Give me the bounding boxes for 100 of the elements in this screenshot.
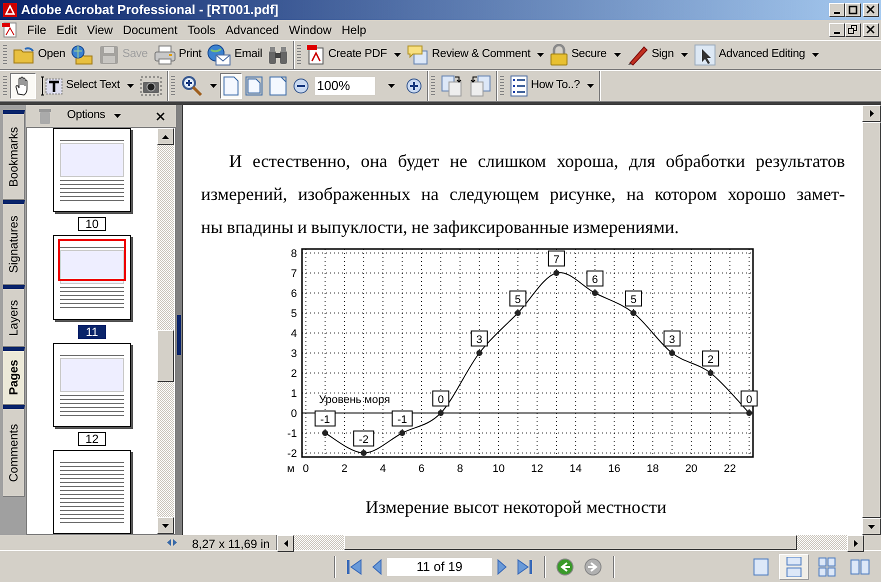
actual-size-button[interactable]	[220, 73, 242, 99]
select-text-button[interactable]: Select Text	[36, 73, 137, 99]
toolbar-grip[interactable]	[3, 76, 7, 96]
caret-icon	[586, 84, 594, 88]
zoom-field[interactable]: 100%	[314, 77, 375, 95]
menu-item[interactable]: Help	[336, 20, 372, 40]
axis-tick-label: -1	[287, 428, 297, 440]
pdf-document-icon	[2, 22, 18, 38]
page-thumbnail[interactable]	[53, 450, 131, 534]
menu-item[interactable]: Tools	[182, 20, 221, 40]
hand-tool-button[interactable]	[10, 73, 36, 99]
globe-folder-icon	[71, 45, 94, 65]
page-number[interactable]: 10	[78, 217, 106, 232]
data-label: 6	[592, 274, 598, 286]
options-button[interactable]: Options	[64, 103, 124, 129]
data-label: 2	[702, 350, 720, 366]
scroll-left-button[interactable]	[277, 535, 294, 552]
data-label: -1	[314, 410, 336, 426]
data-label: 5	[514, 294, 521, 306]
secure-button[interactable]: Secure	[547, 42, 624, 68]
scroll-up-button[interactable]	[157, 128, 174, 145]
create-pdf-button[interactable]: Create PDF	[304, 42, 404, 68]
menu-item[interactable]: Advanced	[220, 20, 284, 40]
scroll-down-button[interactable]	[862, 518, 881, 535]
scrollbar-thumb[interactable]	[344, 535, 797, 550]
continuous-page-button[interactable]	[779, 554, 809, 580]
caret-icon	[680, 53, 688, 57]
page-number[interactable]: 12	[78, 432, 106, 446]
page-number-field[interactable]: 11 of 19	[387, 558, 492, 576]
binoculars-icon	[268, 45, 288, 65]
close-button[interactable]	[863, 23, 879, 37]
restore-button[interactable]	[845, 23, 861, 37]
pdf-app-icon	[2, 2, 18, 18]
rotate-counterclockwise-icon	[468, 75, 491, 97]
axis-tick-label: 20	[685, 463, 698, 475]
down-arrow-icon	[868, 524, 875, 528]
side-tab[interactable]: Bookmarks	[3, 110, 25, 200]
toolbar-grip[interactable]	[500, 76, 504, 96]
page-thumbnail[interactable]	[53, 235, 131, 320]
print-button[interactable]: Print	[150, 42, 204, 68]
caret-icon	[126, 84, 134, 88]
open-button[interactable]: Open	[10, 42, 68, 68]
printer-icon	[154, 45, 176, 65]
globe-envelope-icon	[207, 44, 232, 66]
toolbar-grip[interactable]	[297, 45, 302, 65]
review-comment-button[interactable]: Review & Comment	[404, 42, 548, 68]
fit-page-icon	[244, 76, 263, 96]
padlock-icon	[550, 44, 568, 66]
menu-item[interactable]: Document	[118, 20, 183, 40]
cursor-icon	[694, 44, 716, 66]
axis-tick-label: 0	[290, 408, 297, 420]
side-tab[interactable]: Comments	[3, 405, 25, 497]
numbered-list-icon	[510, 75, 528, 97]
advanced-editing-button[interactable]: Advanced Editing	[690, 42, 822, 68]
scrollbar-thumb[interactable]	[157, 330, 174, 382]
data-label: -1	[392, 410, 413, 426]
page-thumbnail[interactable]	[53, 128, 131, 212]
toolbar-grip[interactable]	[170, 76, 175, 96]
window-title: Adobe Acrobat Professional - [RT001.pdf]	[21, 1, 278, 20]
scroll-down-button[interactable]	[157, 517, 174, 534]
close-icon	[866, 5, 876, 15]
previous-page-icon	[372, 558, 382, 574]
menu-item[interactable]: View	[82, 20, 118, 40]
page-icon	[222, 76, 239, 96]
minimize-button[interactable]	[829, 3, 845, 17]
sign-button[interactable]: Sign	[624, 42, 691, 68]
close-button[interactable]	[863, 3, 879, 17]
next-page-icon	[497, 558, 507, 574]
last-page-icon	[517, 558, 533, 574]
page-thumbnail[interactable]	[53, 342, 131, 427]
view-area-frame[interactable]	[58, 239, 126, 282]
menu-item[interactable]: Window	[284, 20, 337, 40]
data-label: 6	[586, 270, 604, 286]
axis-tick-label: 4	[290, 328, 297, 340]
toolbar-grip[interactable]	[430, 76, 435, 96]
side-tab[interactable]: Signatures	[3, 200, 25, 285]
data-label: 5	[509, 290, 526, 306]
folder-icon	[13, 45, 35, 65]
fit-width-icon	[268, 76, 287, 96]
maximize-button[interactable]	[845, 3, 861, 17]
side-tab[interactable]: Pages	[3, 347, 25, 405]
email-button[interactable]: Email	[204, 42, 266, 68]
menu-item[interactable]: File	[22, 20, 52, 40]
data-label: 3	[664, 330, 681, 346]
splitter-handle[interactable]	[177, 315, 181, 355]
scrollbar-thumb[interactable]	[862, 122, 881, 518]
annotation-text: Уровень моря	[319, 394, 390, 406]
page-number[interactable]: 11	[78, 324, 106, 338]
axis-tick-label: 6	[418, 463, 425, 475]
toolbar-grip[interactable]	[3, 45, 7, 65]
left-arrow-icon	[284, 540, 288, 547]
scroll-up-button[interactable]	[862, 105, 881, 122]
side-tab[interactable]: Layers	[3, 285, 25, 347]
menu-item[interactable]: Edit	[51, 20, 82, 40]
axis-tick-label: 2	[290, 368, 297, 380]
data-label: 0	[740, 390, 758, 406]
scroll-right-button[interactable]	[847, 535, 864, 552]
how-to-button[interactable]: How To..?	[506, 73, 597, 99]
minimize-button[interactable]	[829, 23, 845, 37]
axis-tick-label: 12	[531, 463, 544, 475]
